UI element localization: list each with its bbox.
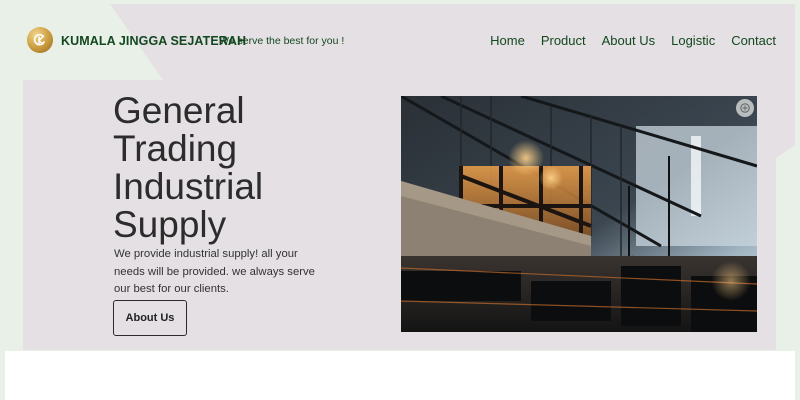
- brand-tagline: We serve the best for you !: [219, 35, 345, 47]
- nav-logistic[interactable]: Logistic: [671, 33, 715, 48]
- hero-title-line: Trading: [113, 128, 238, 169]
- ks-monogram-icon[interactable]: [27, 27, 53, 53]
- factory-illustration: [401, 96, 757, 332]
- about-us-button[interactable]: About Us: [113, 300, 187, 336]
- hero-title-line: Supply: [113, 204, 227, 245]
- industrial-factory-image: [401, 96, 757, 332]
- nav-product[interactable]: Product: [541, 33, 586, 48]
- hero-title: General Trading Industrial Supply: [113, 92, 373, 244]
- zoom-icon[interactable]: [736, 99, 754, 117]
- hero-description: We provide industrial supply! all your n…: [114, 248, 315, 295]
- nav-contact[interactable]: Contact: [731, 33, 776, 48]
- site-header: KUMALA JINGGA SEJATERAH We serve the bes…: [0, 0, 800, 80]
- main-nav: Home Product About Us Logistic Contact: [490, 33, 776, 48]
- hero-title-line: Industrial: [113, 166, 264, 207]
- hero-title-line: General: [113, 90, 245, 131]
- nav-home[interactable]: Home: [490, 33, 525, 48]
- footer-strip: [5, 351, 795, 400]
- nav-about-us[interactable]: About Us: [602, 33, 655, 48]
